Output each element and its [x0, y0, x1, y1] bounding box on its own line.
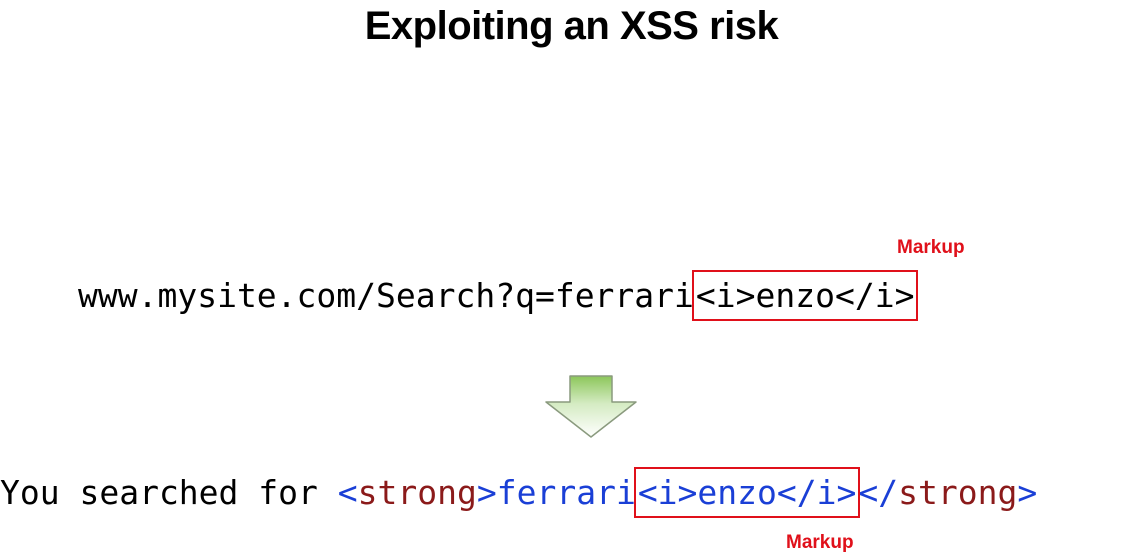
strong-close-tag: </strong> [858, 473, 1038, 512]
down-arrow-icon [545, 375, 637, 438]
result-prefix: You searched for [0, 473, 338, 512]
url-markup-highlight: <i>enzo</i> [691, 270, 919, 321]
slide-title: Exploiting an XSS risk [364, 4, 779, 48]
markup-label-bottom: Markup [786, 532, 854, 553]
slide: Exploiting an XSS risk Markup www.mysite… [0, 0, 1143, 557]
url-example: www.mysite.com/Search?q=ferrari<i>enzo</… [78, 270, 919, 321]
strong-open-tag: <strong> [337, 473, 497, 512]
result-markup-highlight: <i>enzo</i> [633, 467, 861, 518]
result-line: You searched for <strong>ferrari<i>enzo<… [0, 467, 1038, 518]
url-prefix: www.mysite.com/Search?q=ferrari [78, 276, 694, 315]
result-text: ferrari [496, 473, 636, 512]
markup-label-top: Markup [897, 237, 965, 258]
